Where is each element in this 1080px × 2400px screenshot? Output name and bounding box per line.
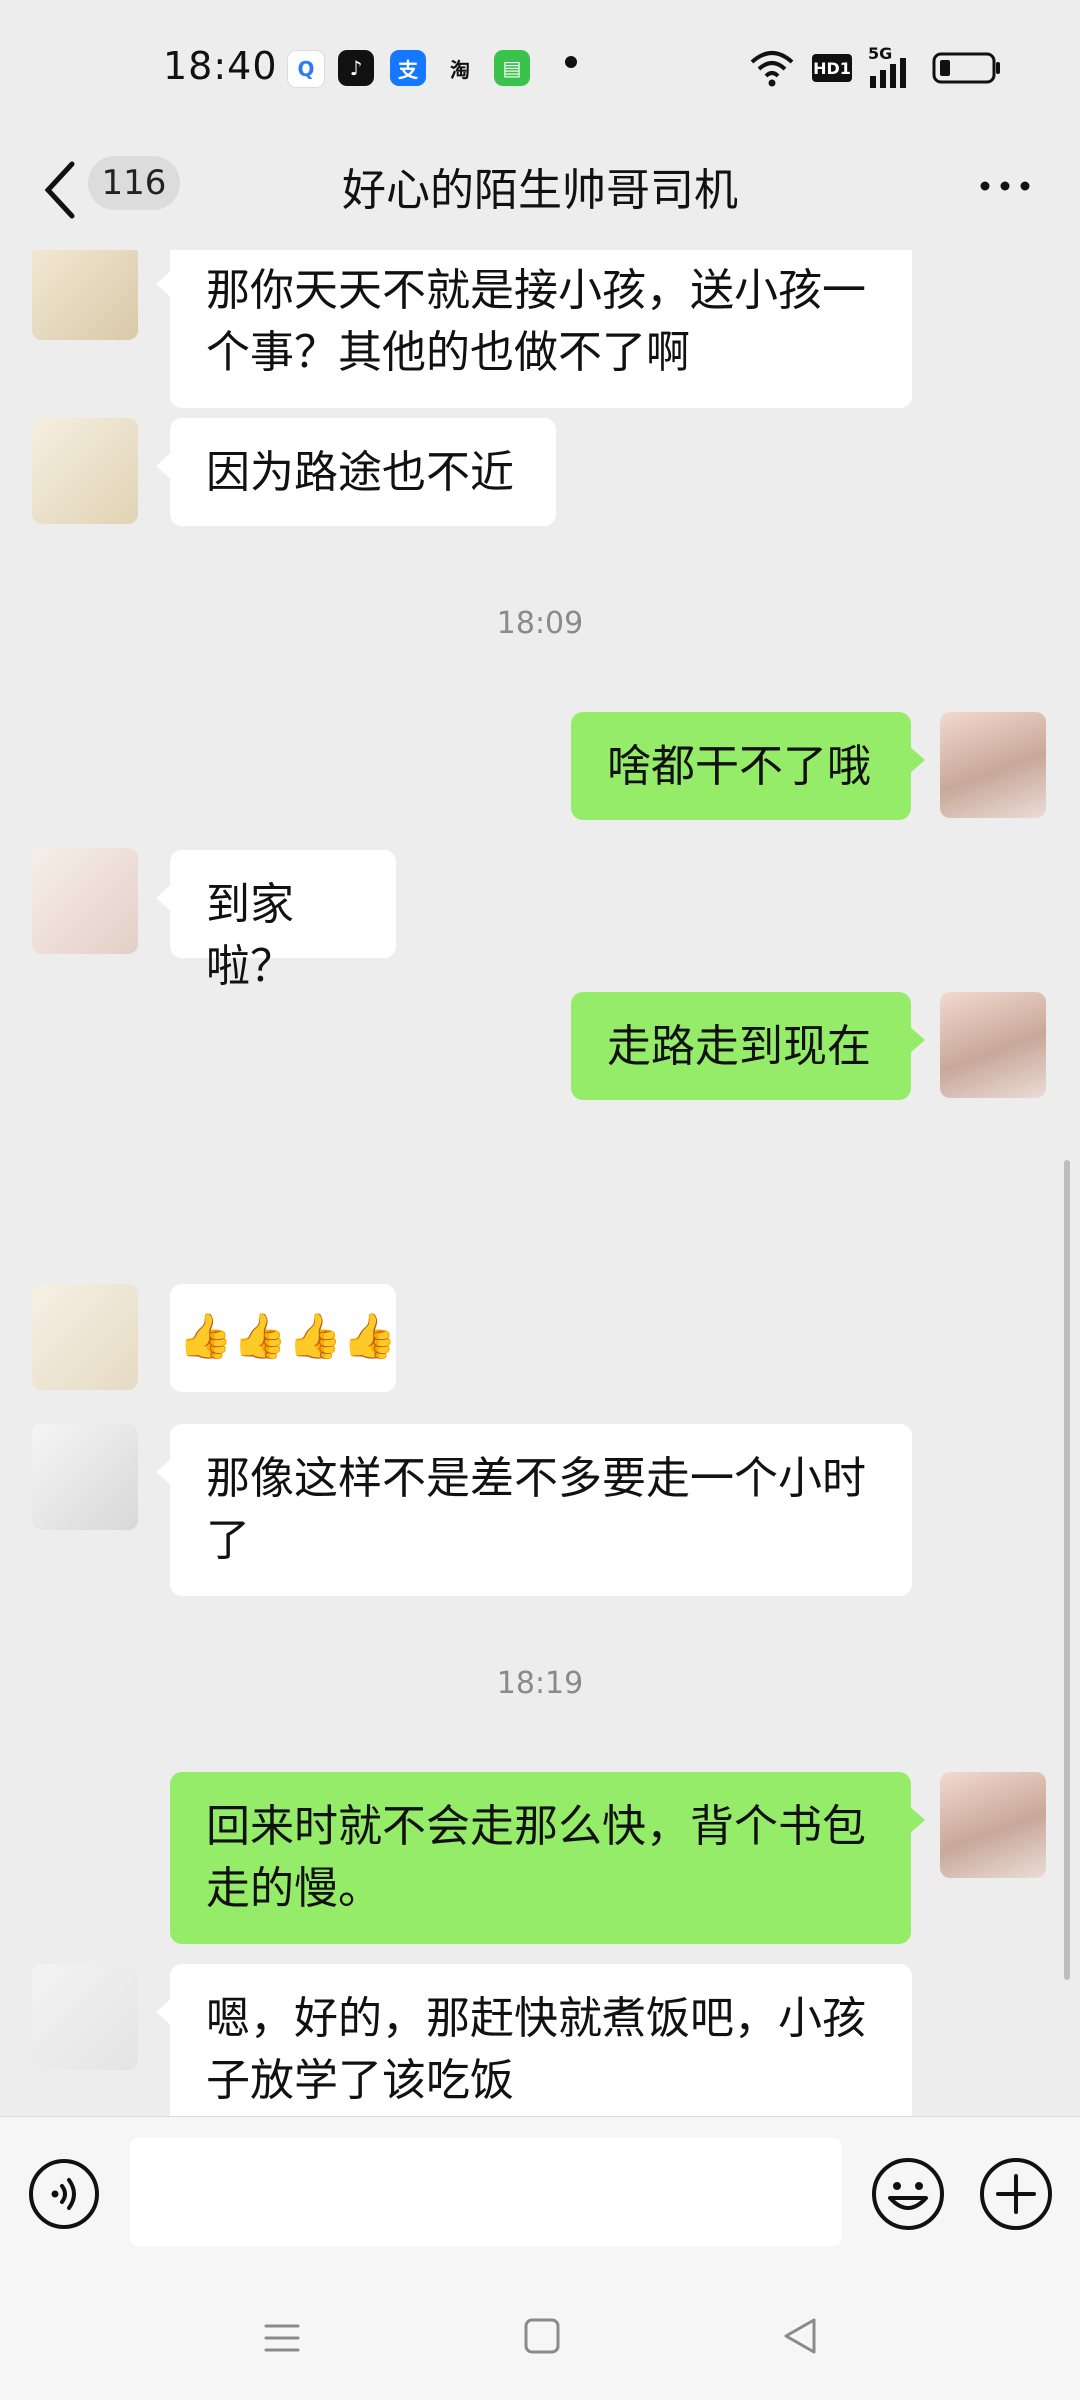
home-icon[interactable] — [522, 2316, 562, 2356]
alipay-icon: 支 — [390, 50, 426, 86]
taobao-icon: 淘 — [450, 57, 470, 82]
my-avatar[interactable] — [940, 1772, 1046, 1878]
contact-avatar[interactable] — [32, 1284, 138, 1390]
message-timestamp: 18:19 — [496, 1666, 584, 1701]
message-bubble-incoming[interactable]: 那像这样不是差不多要走一个小时了 — [156, 1424, 912, 1596]
status-time: 18:40 — [163, 44, 278, 88]
message-bubble-outgoing[interactable]: 回来时就不会走那么快，背个书包走的慢。 — [170, 1772, 925, 1944]
message-timestamp: 18:09 — [496, 606, 584, 641]
notification-dot — [565, 56, 577, 68]
status-bar: 18:40 Q ♪ 支 淘 ▤ HD1 5G — [0, 0, 1080, 140]
message-input[interactable] — [130, 2138, 842, 2246]
hd-icon: HD1 — [812, 54, 852, 82]
contact-avatar[interactable] — [32, 1424, 138, 1530]
signal-icon — [870, 58, 906, 88]
message-list[interactable]: 那你天天不就是接小孩，送小孩一个事？其他的也做不了啊 因为路途也不近 18:09… — [0, 250, 1080, 2116]
search-app-icon: Q — [287, 50, 325, 88]
wifi-icon — [750, 51, 794, 87]
my-avatar[interactable] — [940, 992, 1046, 1098]
my-avatar[interactable] — [940, 712, 1046, 818]
message-app-icon: ▤ — [494, 50, 530, 86]
message-bubble-outgoing[interactable]: 走路走到现在 — [571, 992, 925, 1100]
message-bubble-incoming[interactable]: 嗯，好的，那赶快就煮饭吧，小孩子放学了该吃饭 — [156, 1964, 912, 2116]
tiktok-icon: ♪ — [338, 50, 374, 86]
message-bubble-incoming[interactable]: 因为路途也不近 — [156, 418, 556, 526]
message-bubble-incoming[interactable]: 👍👍👍👍 — [170, 1284, 396, 1392]
system-back-icon[interactable] — [780, 2316, 820, 2356]
plus-icon[interactable] — [978, 2156, 1054, 2232]
chat-title: 好心的陌生帅哥司机 — [342, 165, 738, 216]
message-bubble-incoming[interactable]: 到家啦？ — [156, 850, 396, 992]
battery-icon — [932, 52, 1000, 84]
message-bubble-incoming[interactable]: 那你天天不就是接小孩，送小孩一个事？其他的也做不了啊 — [156, 250, 912, 408]
contact-avatar[interactable] — [32, 1964, 138, 2070]
message-bubble-outgoing[interactable]: 啥都干不了哦 — [571, 712, 925, 820]
emoji-icon[interactable] — [870, 2156, 946, 2232]
contact-avatar[interactable] — [32, 250, 138, 340]
contact-avatar[interactable] — [32, 848, 138, 954]
scrollbar[interactable] — [1064, 1160, 1070, 1980]
voice-input-icon[interactable] — [28, 2158, 100, 2230]
contact-avatar[interactable] — [32, 418, 138, 524]
more-options-icon[interactable] — [975, 166, 1035, 206]
recent-apps-icon[interactable] — [262, 2318, 302, 2358]
